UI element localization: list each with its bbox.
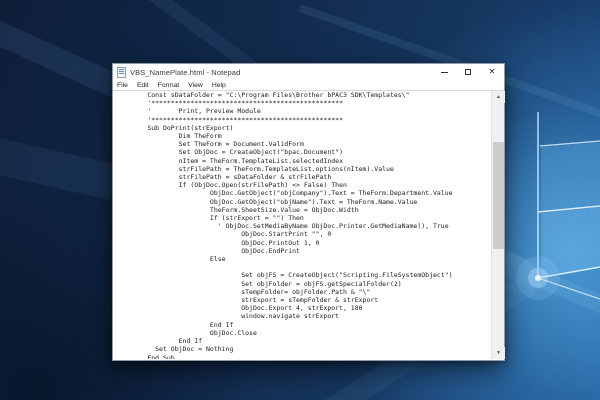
scroll-up-icon[interactable]: ▲ [492,91,505,103]
window-controls: ✕ [432,64,504,80]
menu-view[interactable]: View [188,82,203,89]
edit-area: Const sDataFolder = "C:\Program Files\Br… [113,90,504,359]
code-text[interactable]: Const sDataFolder = "C:\Program Files\Br… [116,91,490,359]
maximize-icon [465,69,471,75]
window-title: VBS_NamePlate.html - Notepad [130,68,432,77]
close-icon: ✕ [489,68,496,76]
scroll-down-icon[interactable]: ▼ [492,347,505,359]
windows-logo [516,112,600,300]
menubar: File Edit Format View Help [113,80,504,90]
scrollbar-thumb[interactable] [493,142,504,249]
notepad-icon [117,67,126,78]
minimize-button[interactable] [432,64,456,80]
menu-edit[interactable]: Edit [137,82,149,89]
vertical-scrollbar[interactable]: ▲ ▼ [491,91,504,359]
maximize-button[interactable] [456,64,480,80]
menu-file[interactable]: File [117,82,128,89]
notepad-window: VBS_NamePlate.html - Notepad ✕ File Edit… [112,63,505,361]
menu-help[interactable]: Help [212,82,226,89]
desktop: { "window": { "title": "VBS_NamePlate.ht… [0,0,600,400]
close-button[interactable]: ✕ [480,64,504,80]
titlebar[interactable]: VBS_NamePlate.html - Notepad ✕ [113,64,504,80]
menu-format[interactable]: Format [158,82,180,89]
minimize-icon [441,72,448,73]
